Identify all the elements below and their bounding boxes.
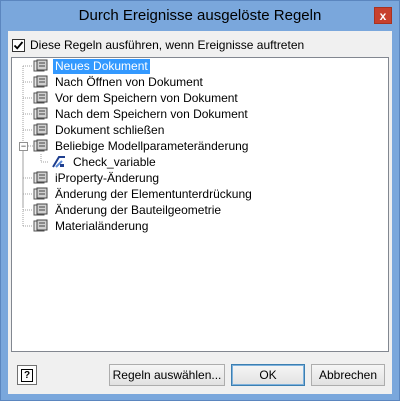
tree-item-label: Vor dem Speichern von Dokument xyxy=(55,90,238,105)
dialog-client-area: Diese Regeln ausführen, wenn Ereignisse … xyxy=(8,31,392,394)
rule-icon xyxy=(52,156,65,168)
tree-item-before-save[interactable]: Vor dem Speichern von Dokument xyxy=(33,90,240,106)
tree-item-label: Materialänderung xyxy=(55,218,149,233)
tree-item-after-open[interactable]: Nach Öffnen von Dokument xyxy=(33,74,205,90)
run-rules-checkbox-row[interactable]: Diese Regeln ausführen, wenn Ereignisse … xyxy=(12,37,304,53)
help-button[interactable]: ? xyxy=(17,365,37,385)
close-button[interactable]: x xyxy=(374,7,392,24)
help-icon: ? xyxy=(21,368,33,382)
tree-item-feature-suppression-change[interactable]: Änderung der Elementunterdrückung xyxy=(33,186,254,202)
tree-item-model-parameter-change[interactable]: Beliebige Modellparameteränderung xyxy=(33,138,250,154)
event-folder-icon xyxy=(33,59,48,72)
tree-item-check-variable[interactable]: Check_variable xyxy=(51,154,158,170)
tree-item-label: Nach Öffnen von Dokument xyxy=(55,74,203,89)
event-folder-icon xyxy=(33,187,48,200)
tree-item-after-save[interactable]: Nach dem Speichern von Dokument xyxy=(33,106,250,122)
dialog-window: Durch Ereignisse ausgelöste Regeln x Die… xyxy=(0,0,400,401)
event-folder-icon xyxy=(33,219,48,232)
event-folder-icon xyxy=(33,107,48,120)
tree-item-material-change[interactable]: Materialänderung xyxy=(33,218,150,234)
close-icon: x xyxy=(379,8,387,23)
event-folder-icon xyxy=(33,123,48,136)
tree-item-label: Neues Dokument xyxy=(53,58,150,74)
select-rules-button[interactable]: Regeln auswählen... xyxy=(109,364,225,386)
tree-item-close-document[interactable]: Dokument schließen xyxy=(33,122,166,138)
tree-item-label: Check_variable xyxy=(73,154,156,169)
tree-item-new-document[interactable]: Neues Dokument xyxy=(33,58,150,74)
event-folder-icon xyxy=(33,203,48,216)
dialog-title: Durch Ereignisse ausgelöste Regeln xyxy=(78,7,322,24)
tree-item-label: iProperty-Änderung xyxy=(55,170,160,185)
tree-item-label: Änderung der Bauteilgeometrie xyxy=(55,202,222,217)
collapse-toggle[interactable]: − xyxy=(19,142,28,151)
tree-item-label: Änderung der Elementunterdrückung xyxy=(55,186,252,201)
cancel-button[interactable]: Abbrechen xyxy=(311,364,385,386)
event-folder-icon xyxy=(33,75,48,88)
event-folder-icon xyxy=(33,171,48,184)
tree-item-label: Dokument schließen xyxy=(55,122,165,137)
event-tree[interactable]: − Neues Dokument Nach Öffnen von Dokumen… xyxy=(11,57,389,352)
tree-item-iproperty-change[interactable]: iProperty-Änderung xyxy=(33,170,161,186)
title-bar[interactable]: Durch Ereignisse ausgelöste Regeln x xyxy=(1,1,399,31)
ok-button[interactable]: OK xyxy=(231,364,305,386)
event-folder-icon xyxy=(33,91,48,104)
tree-item-part-geometry-change[interactable]: Änderung der Bauteilgeometrie xyxy=(33,202,223,218)
tree-item-label: Beliebige Modellparameteränderung xyxy=(55,138,249,153)
event-folder-icon xyxy=(33,139,48,152)
run-rules-checkbox[interactable] xyxy=(12,38,25,52)
checkmark-icon xyxy=(13,40,24,50)
run-rules-checkbox-label: Diese Regeln ausführen, wenn Ereignisse … xyxy=(30,38,305,52)
tree-item-label: Nach dem Speichern von Dokument xyxy=(55,106,248,121)
